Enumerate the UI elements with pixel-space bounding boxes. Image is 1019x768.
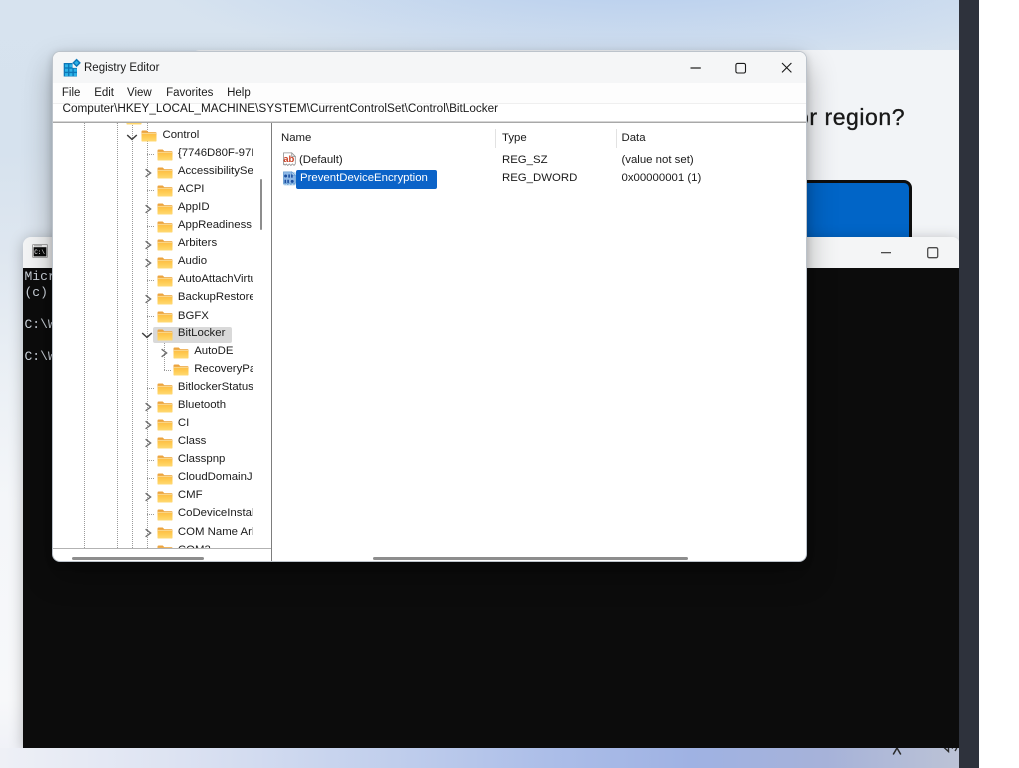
svg-text:C:\: C:\ bbox=[34, 248, 45, 255]
